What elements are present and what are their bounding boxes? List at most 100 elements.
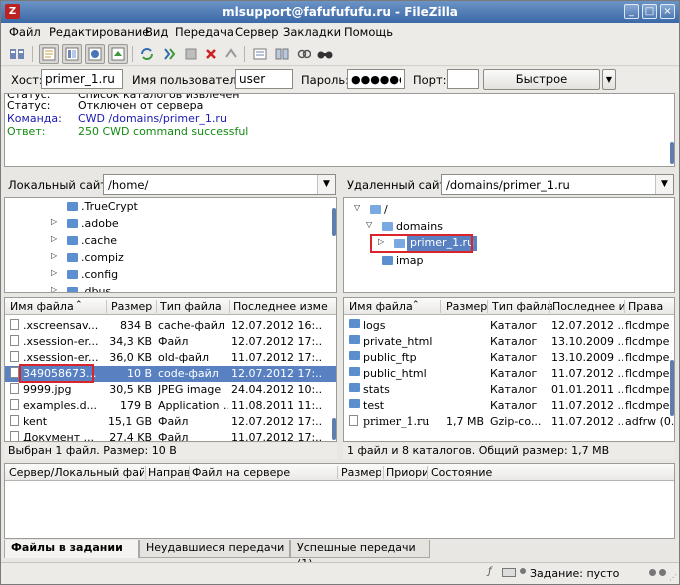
local-file-list[interactable]: Имя файла ⌃ Размер Тип файла Последнее и… bbox=[4, 297, 337, 442]
toggle-log-icon[interactable] bbox=[39, 44, 59, 64]
expand-arrow-icon[interactable]: ▷ bbox=[51, 217, 57, 226]
file-icon bbox=[10, 319, 19, 330]
expand-arrow-icon[interactable]: ▷ bbox=[51, 251, 57, 260]
tab-failed-transfers[interactable]: Неудавшиеся передачи bbox=[139, 540, 290, 558]
transfer-queue[interactable]: Сервер/Локальный файл Направ Файл на сер… bbox=[4, 463, 675, 539]
column-type[interactable]: Тип файла bbox=[160, 300, 230, 313]
directory-listing-filter-icon[interactable] bbox=[250, 44, 270, 64]
folder-icon bbox=[349, 399, 360, 408]
column-remote-file[interactable]: Файл на сервере bbox=[192, 466, 322, 479]
collapse-arrow-icon[interactable]: ▽ bbox=[354, 203, 360, 212]
menu-bookmarks[interactable]: Закладки bbox=[283, 25, 341, 39]
cancel-operation-icon[interactable] bbox=[181, 44, 201, 64]
queue-header: Сервер/Локальный файл Направ Файл на сер… bbox=[5, 464, 674, 481]
table-row[interactable]: test Каталог 11.07.2012 ... flcdmpe bbox=[344, 398, 674, 414]
toggle-local-tree-icon[interactable] bbox=[62, 44, 82, 64]
toggle-remote-tree-icon[interactable] bbox=[85, 44, 105, 64]
table-row[interactable]: .xscreensav... 834 B cache-файл 12.07.20… bbox=[5, 318, 336, 334]
process-queue-icon[interactable] bbox=[159, 44, 179, 64]
tree-node[interactable]: ▷ .dbus bbox=[5, 284, 325, 292]
column-direction[interactable]: Направ bbox=[148, 466, 190, 479]
sort-ascending-icon: ⌃ bbox=[412, 300, 420, 310]
table-row[interactable]: public_html Каталог 11.07.2012 ... flcdm… bbox=[344, 366, 674, 382]
quickconnect-history-dropdown[interactable]: ▼ bbox=[602, 69, 616, 90]
column-size[interactable]: Размер bbox=[111, 300, 159, 313]
quickconnect-button[interactable]: Быстрое соединение bbox=[483, 69, 600, 105]
password-label: Пароль: bbox=[301, 73, 350, 87]
menu-edit[interactable]: Редактирование bbox=[49, 25, 149, 39]
port-input[interactable] bbox=[447, 69, 479, 89]
compare-directories-icon[interactable] bbox=[272, 44, 292, 64]
table-row[interactable]: kent 15,1 GB Файл 12.07.2012 17:... bbox=[5, 414, 336, 430]
remote-directory-tree[interactable]: ▽ / ▽ domains ▷ primer_1.ru imap bbox=[343, 197, 675, 293]
column-modified[interactable]: Последнее из bbox=[552, 300, 624, 313]
tree-node[interactable]: ▽ domains bbox=[344, 219, 664, 235]
menu-help[interactable]: Помощь bbox=[344, 25, 393, 39]
table-row[interactable]: Документ ... 27,4 KB Файл 11.07.2012 17:… bbox=[5, 430, 336, 441]
tree-node[interactable]: ▷ .compiz bbox=[5, 250, 325, 266]
tab-successful-transfers[interactable]: Успешные передачи (1) bbox=[290, 540, 430, 570]
disconnect-icon[interactable] bbox=[201, 44, 221, 64]
column-permissions[interactable]: Права bbox=[628, 300, 672, 313]
table-row[interactable]: .xsession-er... 36,0 KB old-файл 11.07.2… bbox=[5, 350, 336, 366]
menu-view[interactable]: Вид bbox=[145, 25, 168, 39]
file-icon bbox=[10, 415, 19, 426]
table-row[interactable]: private_html Каталог 13.10.2009 ... flcd… bbox=[344, 334, 674, 350]
synchronized-browsing-icon[interactable] bbox=[294, 44, 314, 64]
local-list-scrollbar[interactable] bbox=[332, 418, 336, 440]
tree-node[interactable]: ▷ .adobe bbox=[5, 216, 325, 232]
column-modified[interactable]: Последнее изме bbox=[233, 300, 333, 313]
menu-file[interactable]: Файл bbox=[9, 25, 41, 39]
tree-node[interactable]: .TrueCrypt bbox=[5, 199, 325, 215]
tree-node[interactable]: ▷ .config bbox=[5, 267, 325, 283]
column-size[interactable]: Размер bbox=[446, 300, 488, 313]
tree-node-selected[interactable]: ▷ primer_1.ru bbox=[344, 236, 664, 252]
close-button[interactable]: × bbox=[660, 4, 675, 19]
tab-queued-files[interactable]: Файлы в задании bbox=[4, 540, 139, 558]
table-row[interactable]: logs Каталог 12.07.2012 ... flcdmpe bbox=[344, 318, 674, 334]
column-server-local-file[interactable]: Сервер/Локальный файл bbox=[9, 466, 144, 479]
table-row[interactable]: .xsession-er... 34,3 KB Файл 12.07.2012 … bbox=[5, 334, 336, 350]
table-row[interactable]: public_ftp Каталог 13.10.2009 ... flcdmp… bbox=[344, 350, 674, 366]
table-row[interactable]: stats Каталог 01.01.2011 ... flcdmpe bbox=[344, 382, 674, 398]
collapse-arrow-icon[interactable]: ▽ bbox=[366, 220, 372, 229]
message-log[interactable]: Статус: Список каталогов извлечен Статус… bbox=[4, 93, 675, 167]
toggle-queue-icon[interactable] bbox=[108, 44, 128, 64]
table-row[interactable]: examples.d... 179 B Application ... 11.0… bbox=[5, 398, 336, 414]
menu-server[interactable]: Сервер bbox=[235, 25, 279, 39]
expand-arrow-icon[interactable]: ▷ bbox=[378, 237, 384, 246]
local-directory-tree[interactable]: .TrueCrypt ▷ .adobe ▷ .cache ▷ .compiz ▷… bbox=[4, 197, 337, 293]
tree-node[interactable]: imap bbox=[344, 253, 664, 269]
maximize-button[interactable]: □ bbox=[642, 4, 657, 19]
username-input[interactable] bbox=[235, 69, 293, 89]
table-row[interactable]: primer_1.ru 1,7 MB Gzip-co... 11.07.2012… bbox=[344, 414, 674, 430]
chevron-down-icon[interactable]: ▼ bbox=[317, 175, 335, 194]
table-row[interactable]: 9999.jpg 30,5 KB JPEG image 24.04.2012 1… bbox=[5, 382, 336, 398]
host-input[interactable] bbox=[41, 69, 123, 89]
tree-node[interactable]: ▽ / bbox=[344, 202, 664, 218]
local-tree-scrollbar[interactable] bbox=[332, 208, 336, 236]
remote-file-list[interactable]: Имя файла ⌃ Размер Тип файла Последнее и… bbox=[343, 297, 675, 442]
table-row-selected[interactable]: 349058673... 10 B code-файл 12.07.2012 1… bbox=[5, 366, 336, 382]
resize-grip-icon[interactable]: ⋰ bbox=[669, 573, 677, 582]
expand-arrow-icon[interactable]: ▷ bbox=[51, 268, 57, 277]
site-manager-icon[interactable] bbox=[7, 44, 27, 64]
minimize-button[interactable]: _ bbox=[624, 4, 639, 19]
tree-node[interactable]: ▷ .cache bbox=[5, 233, 325, 249]
log-scrollbar[interactable] bbox=[670, 142, 674, 164]
remote-path-combo[interactable]: /domains/primer_1.ru ▼ bbox=[441, 174, 674, 195]
password-input[interactable] bbox=[347, 69, 405, 89]
column-priority[interactable]: Приори bbox=[386, 466, 428, 479]
local-path-combo[interactable]: /home/ ▼ bbox=[103, 174, 336, 195]
expand-arrow-icon[interactable]: ▷ bbox=[51, 285, 57, 292]
chevron-down-icon[interactable]: ▼ bbox=[655, 175, 673, 194]
menu-transfer[interactable]: Передача bbox=[175, 25, 234, 39]
column-type[interactable]: Тип файла bbox=[492, 300, 552, 313]
remote-list-scrollbar[interactable] bbox=[670, 360, 674, 416]
refresh-icon[interactable] bbox=[137, 44, 157, 64]
column-size[interactable]: Размер bbox=[341, 466, 381, 479]
column-status[interactable]: Состояние bbox=[431, 466, 511, 479]
reconnect-icon[interactable] bbox=[221, 44, 241, 64]
expand-arrow-icon[interactable]: ▷ bbox=[51, 234, 57, 243]
search-remote-files-icon[interactable] bbox=[315, 44, 335, 64]
